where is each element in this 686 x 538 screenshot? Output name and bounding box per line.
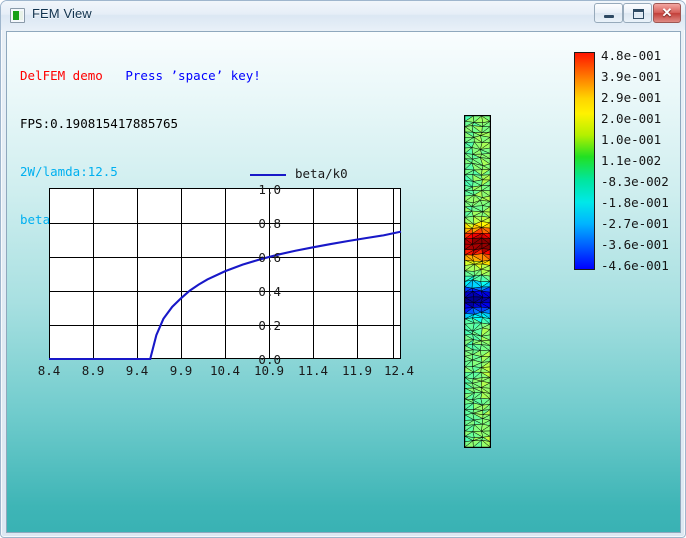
minimize-button[interactable] [594, 3, 623, 23]
fem-mesh-strip[interactable] [464, 115, 491, 448]
y-tick-0-8: 0.8 [258, 216, 281, 231]
maximize-button[interactable] [623, 3, 652, 23]
fem-mesh-triangles [465, 116, 490, 447]
colorbar-tick-6: -8.3e-002 [601, 174, 669, 189]
close-icon: ✕ [661, 5, 673, 20]
y-tick-0-2: 0.2 [258, 318, 281, 333]
y-tick-0-4: 0.4 [258, 284, 281, 299]
colorbar-legend: 4.8e-001 3.9e-001 2.9e-001 2.0e-001 1.0e… [574, 48, 674, 274]
x-tick-12-4: 12.4 [383, 363, 415, 378]
colorbar-tick-3: 2.0e-001 [601, 111, 662, 126]
opengl-viewport[interactable]: DelFEM demo Press ’space’ key! FPS:0.190… [6, 31, 681, 533]
colorbar-tick-5: 1.1e-002 [601, 153, 662, 168]
colorbar-tick-10: -4.6e-001 [601, 258, 669, 273]
title-bar[interactable]: FEM View ✕ [1, 1, 685, 30]
colorbar-gradient [574, 52, 595, 270]
window-title: FEM View [32, 6, 92, 21]
colorbar-tick-9: -3.6e-001 [601, 237, 669, 252]
colorbar-tick-1: 3.9e-001 [601, 69, 662, 84]
colorbar-tick-0: 4.8e-001 [601, 48, 662, 63]
colorbar-tick-8: -2.7e-001 [601, 216, 669, 231]
colorbar-tick-7: -1.8e-001 [601, 195, 669, 210]
legend-line-swatch [250, 174, 286, 176]
fem-view-window: FEM View ✕ DelFEM demo Press ’space’ key… [0, 0, 686, 538]
colorbar-tick-2: 2.9e-001 [601, 90, 662, 105]
legend-label: beta/k0 [295, 166, 348, 181]
y-tick-1-0: 1.0 [258, 182, 281, 197]
colorbar-tick-4: 1.0e-001 [601, 132, 662, 147]
y-tick-0-6: 0.6 [258, 250, 281, 265]
close-button[interactable]: ✕ [653, 3, 681, 23]
minimize-icon [604, 15, 614, 18]
maximize-icon [633, 9, 644, 19]
application-icon [10, 8, 25, 23]
beta-k0-curve [49, 188, 401, 359]
